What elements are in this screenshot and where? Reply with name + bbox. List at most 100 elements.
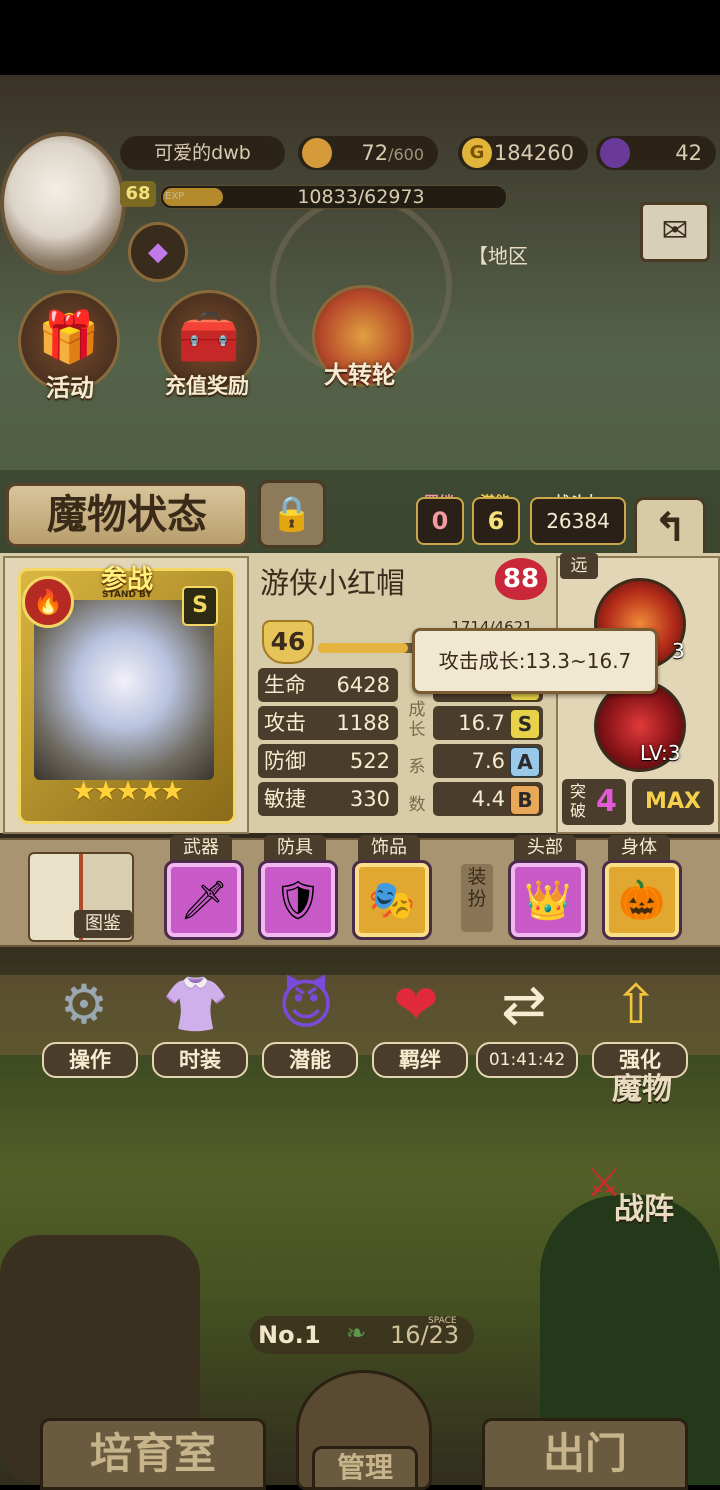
accessory-slot[interactable]: 🎭 — [352, 860, 432, 940]
growth-caption-3: 系 — [408, 757, 426, 777]
leaf-icon: ❧ — [346, 1319, 367, 1347]
standby-sub: STAND BY — [102, 590, 152, 600]
stamina-max: /600 — [388, 145, 424, 164]
body-slot[interactable]: 🎃 — [602, 860, 682, 940]
skill-2-level: LV:3 — [640, 741, 681, 765]
head-caption: 头部 — [514, 835, 576, 861]
status-bar — [0, 0, 720, 75]
player-level: 68 — [120, 181, 156, 207]
stat-value: 1188 — [336, 711, 390, 735]
player-avatar[interactable] — [0, 132, 126, 275]
gem-counter[interactable]: 42 — [596, 136, 716, 170]
exp-label: EXP — [165, 191, 185, 202]
weapon-caption: 武器 — [170, 835, 232, 861]
region-label: 【地区 — [468, 244, 528, 268]
wheel-label: 大转轮 — [324, 361, 396, 389]
lock-button[interactable]: 🔒 — [258, 480, 326, 548]
stat-label: 防御 — [264, 749, 306, 773]
stat-row-defense: 防御 522 — [258, 744, 398, 778]
rank-badge: S — [182, 586, 218, 626]
star-rating: ★★★★★ — [71, 776, 184, 807]
stat-label: 生命 — [264, 673, 306, 697]
growth-value: 7.6 — [471, 749, 505, 773]
exchange-icon[interactable]: ⇄ — [478, 962, 570, 1048]
codex-label: 图鉴 — [74, 910, 132, 938]
growth-caption-2: 长 — [408, 720, 426, 740]
shield-icon: 🛡 — [273, 878, 323, 922]
stamina-counter[interactable]: 72/600 — [298, 136, 438, 170]
bond-button[interactable]: 羁绊 — [372, 1042, 468, 1078]
exp-bar: EXP 10833/62973 — [160, 185, 507, 209]
monster-exp-fill — [318, 643, 409, 653]
fire-element-icon: 🔥 — [22, 576, 74, 628]
stat-value: 6428 — [336, 673, 390, 697]
gold-value: 184260 — [493, 141, 574, 165]
back-button[interactable]: ↰ — [634, 497, 706, 561]
fashion-button[interactable]: 时装 — [152, 1042, 248, 1078]
power-value: 26384 — [530, 497, 626, 545]
no-value: 1 — [304, 1321, 321, 1349]
growth-row-attack[interactable]: 16.7 S — [433, 706, 543, 740]
growth-caption-4: 数 — [408, 795, 426, 815]
devil-icon[interactable]: 😈 — [260, 962, 352, 1048]
affection-heart[interactable]: 88 — [495, 558, 547, 600]
growth-value: 16.7 — [458, 711, 505, 735]
no-label: No. — [258, 1321, 304, 1349]
hearts-icon[interactable]: ❤ — [370, 962, 462, 1048]
lock-icon: 🔒 — [270, 494, 314, 534]
recharge-reward-label: 充值奖励 — [165, 374, 249, 398]
mask-icon: 🎭 — [368, 878, 416, 922]
growth-value: 4.4 — [471, 787, 505, 811]
stat-value: 522 — [349, 749, 390, 773]
go-out-button[interactable]: 出门 — [482, 1418, 688, 1490]
bond-value[interactable]: 0 — [416, 497, 464, 545]
gold-counter[interactable]: G 184260 — [458, 136, 588, 170]
exp-text: 10833/62973 — [297, 186, 425, 208]
page-title: 魔物状态 — [47, 492, 207, 538]
nursery-button[interactable]: 培育室 — [40, 1418, 266, 1490]
dress-up-label: 装扮 — [461, 864, 493, 932]
title-plate: 魔物状态 — [6, 483, 248, 547]
stat-row-agility: 敏捷 330 — [258, 782, 398, 816]
exchange-timer: 01:41:42 — [476, 1042, 578, 1078]
add-gem-button[interactable]: ◆ — [128, 222, 188, 282]
player-name: 可爱的dwb — [120, 136, 285, 170]
weapon-slot[interactable]: 🗡 — [164, 860, 244, 940]
potential-button[interactable]: 潜能 — [262, 1042, 358, 1078]
monster-name: 游侠小红帽 — [260, 566, 406, 600]
gear-icon[interactable]: ⚙ — [38, 962, 130, 1048]
grade-badge: S — [510, 709, 540, 739]
head-slot[interactable]: 👑 — [508, 860, 588, 940]
dress-icon[interactable]: 👚 — [150, 962, 242, 1048]
breakthrough-value: 4 — [596, 784, 617, 819]
potential-value[interactable]: 6 — [472, 497, 520, 545]
pumpkin-icon: 🎃 — [618, 878, 666, 922]
arrow-up-icon[interactable]: ⇧ — [590, 962, 682, 1048]
gem-value: 42 — [675, 141, 702, 165]
manage-button[interactable]: 管理 — [312, 1446, 418, 1490]
growth-row-agility[interactable]: 4.4 B — [433, 782, 543, 816]
operate-button[interactable]: 操作 — [42, 1042, 138, 1078]
accessory-caption: 饰品 — [358, 835, 420, 861]
grade-badge: B — [510, 785, 540, 815]
breakthrough-label: 突破 — [569, 782, 586, 820]
mail-icon[interactable]: ✉ — [640, 202, 710, 262]
bread-icon — [302, 138, 332, 168]
max-button[interactable]: MAX — [632, 779, 714, 825]
gem-icon — [600, 138, 630, 168]
monster-portrait — [34, 600, 214, 780]
treasure-chest-icon: 🧰 — [177, 308, 241, 366]
stat-row-hp: 生命 6428 — [258, 668, 398, 702]
formation-button[interactable]: 战阵 — [614, 1184, 674, 1228]
stat-value: 330 — [349, 787, 390, 811]
stat-label: 敏捷 — [264, 787, 306, 811]
grade-badge: A — [510, 747, 540, 777]
armor-slot[interactable]: 🛡 — [258, 860, 338, 940]
space-label: SPACE — [428, 1316, 457, 1326]
tiara-icon: 👑 — [524, 878, 572, 922]
growth-tooltip: 攻击成长:13.3~16.7 — [412, 628, 658, 694]
stamina-value: 72 — [361, 141, 389, 165]
monster-side-label[interactable]: 魔物 — [612, 1064, 672, 1108]
activity-label: 活动 — [46, 374, 94, 402]
growth-row-defense[interactable]: 7.6 A — [433, 744, 543, 778]
